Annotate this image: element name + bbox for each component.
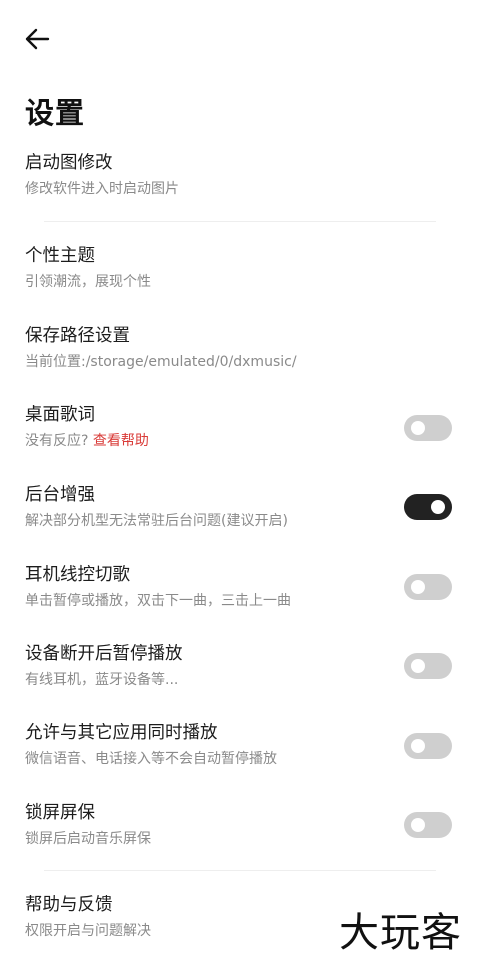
toggle-knob <box>411 818 425 832</box>
setting-subtitle: 修改软件进入时启动图片 <box>25 181 179 197</box>
setting-lockscreen: 锁屏屏保 锁屏后启动音乐屏保 <box>25 802 455 848</box>
setting-background-boost: 后台增强 解决部分机型无法常驻后台问题(建议开启) <box>25 484 455 530</box>
toggle-knob <box>411 580 425 594</box>
divider <box>44 221 436 222</box>
background-boost-toggle[interactable] <box>404 494 452 520</box>
setting-subtitle: 锁屏后启动音乐屏保 <box>25 831 151 847</box>
setting-startup-image[interactable]: 启动图修改 修改软件进入时启动图片 <box>25 152 455 198</box>
setting-title: 个性主题 <box>25 246 95 266</box>
setting-subtitle: 解决部分机型无法常驻后台问题(建议开启) <box>25 513 288 529</box>
setting-subtitle: 没有反应? 查看帮助 <box>25 432 455 450</box>
setting-subtitle: 当前位置:/storage/emulated/0/dxmusic/ <box>25 354 297 370</box>
setting-title: 保存路径设置 <box>25 326 130 346</box>
mix-playback-toggle[interactable] <box>404 733 452 759</box>
toggle-knob <box>431 500 445 514</box>
setting-title: 允许与其它应用同时播放 <box>25 723 218 743</box>
lockscreen-toggle[interactable] <box>404 812 452 838</box>
back-button[interactable] <box>22 26 52 52</box>
toggle-knob <box>411 659 425 673</box>
headset-control-toggle[interactable] <box>404 574 452 600</box>
arrow-left-icon <box>25 28 50 50</box>
setting-title: 锁屏屏保 <box>25 803 95 823</box>
setting-mix-playback: 允许与其它应用同时播放 微信语音、电话接入等不会自动暂停播放 <box>25 722 455 768</box>
help-link[interactable]: 查看帮助 <box>93 433 149 449</box>
setting-headset-control: 耳机线控切歌 单击暂停或播放，双击下一曲，三击上一曲 <box>25 564 455 610</box>
setting-theme[interactable]: 个性主题 引领潮流，展现个性 <box>25 245 455 291</box>
desktop-lyrics-toggle[interactable] <box>404 415 452 441</box>
setting-subtitle: 有线耳机，蓝牙设备等... <box>25 672 179 688</box>
setting-subtitle: 引领潮流，展现个性 <box>25 274 151 290</box>
setting-subtitle: 单击暂停或播放，双击下一曲，三击上一曲 <box>25 593 291 609</box>
setting-title: 启动图修改 <box>25 153 113 173</box>
setting-desktop-lyrics: 桌面歌词 没有反应? 查看帮助 <box>25 404 455 450</box>
setting-save-path[interactable]: 保存路径设置 当前位置:/storage/emulated/0/dxmusic/ <box>25 325 455 371</box>
toggle-knob <box>411 421 425 435</box>
setting-subtitle-text: 没有反应? <box>25 433 89 449</box>
setting-subtitle: 微信语音、电话接入等不会自动暂停播放 <box>25 751 277 767</box>
toggle-knob <box>411 739 425 753</box>
page-title: 设置 <box>25 96 86 130</box>
watermark-logo: 大玩客 <box>339 910 462 956</box>
setting-pause-on-disconnect: 设备断开后暂停播放 有线耳机，蓝牙设备等... <box>25 643 455 689</box>
pause-on-disconnect-toggle[interactable] <box>404 653 452 679</box>
setting-title: 耳机线控切歌 <box>25 565 130 585</box>
setting-title: 桌面歌词 <box>25 405 95 425</box>
setting-title: 后台增强 <box>25 485 95 505</box>
divider <box>44 870 436 871</box>
setting-title: 设备断开后暂停播放 <box>25 644 183 664</box>
